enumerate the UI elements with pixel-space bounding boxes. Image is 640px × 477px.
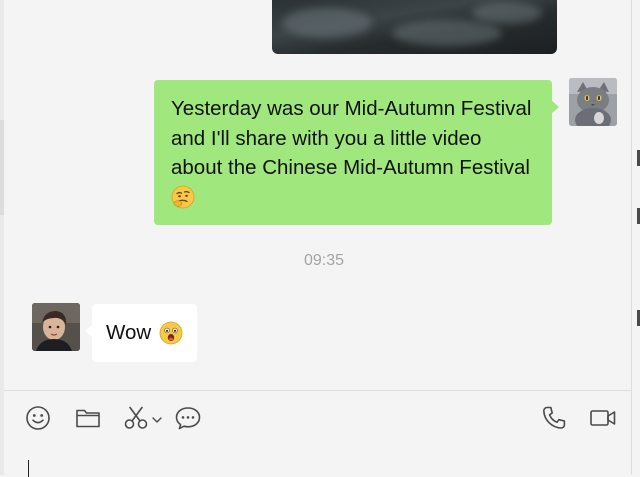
scissors-icon[interactable] [122, 405, 150, 431]
contact-avatar[interactable] [32, 303, 80, 351]
phone-icon[interactable] [540, 405, 568, 431]
message-text: Wow [106, 321, 152, 345]
chevron-down-icon[interactable] [150, 407, 164, 433]
video-call-icon[interactable] [588, 405, 618, 431]
text-input-caret[interactable] [28, 460, 29, 477]
video-message-thumbnail[interactable] [272, 0, 557, 54]
chat-history[interactable]: Yesterday was our Mid-Autumn Festival an… [4, 0, 631, 390]
my-avatar[interactable] [569, 78, 617, 126]
folder-icon[interactable] [74, 405, 102, 431]
message-bubble-received[interactable]: Wow [84, 304, 198, 362]
emoji-icon[interactable] [24, 405, 52, 431]
message-timestamp: 09:35 [303, 252, 345, 269]
right-panel-edge [631, 0, 640, 475]
message-bubble-sent[interactable]: Yesterday was our Mid-Autumn Festival an… [154, 80, 559, 225]
message-input-area[interactable] [4, 390, 631, 477]
message-text: Yesterday was our Mid-Autumn Festival an… [171, 97, 532, 179]
chat-bubble-icon[interactable] [173, 405, 203, 431]
thinking-face-emoji-icon [171, 185, 195, 208]
astonished-face-emoji-icon [159, 321, 183, 345]
